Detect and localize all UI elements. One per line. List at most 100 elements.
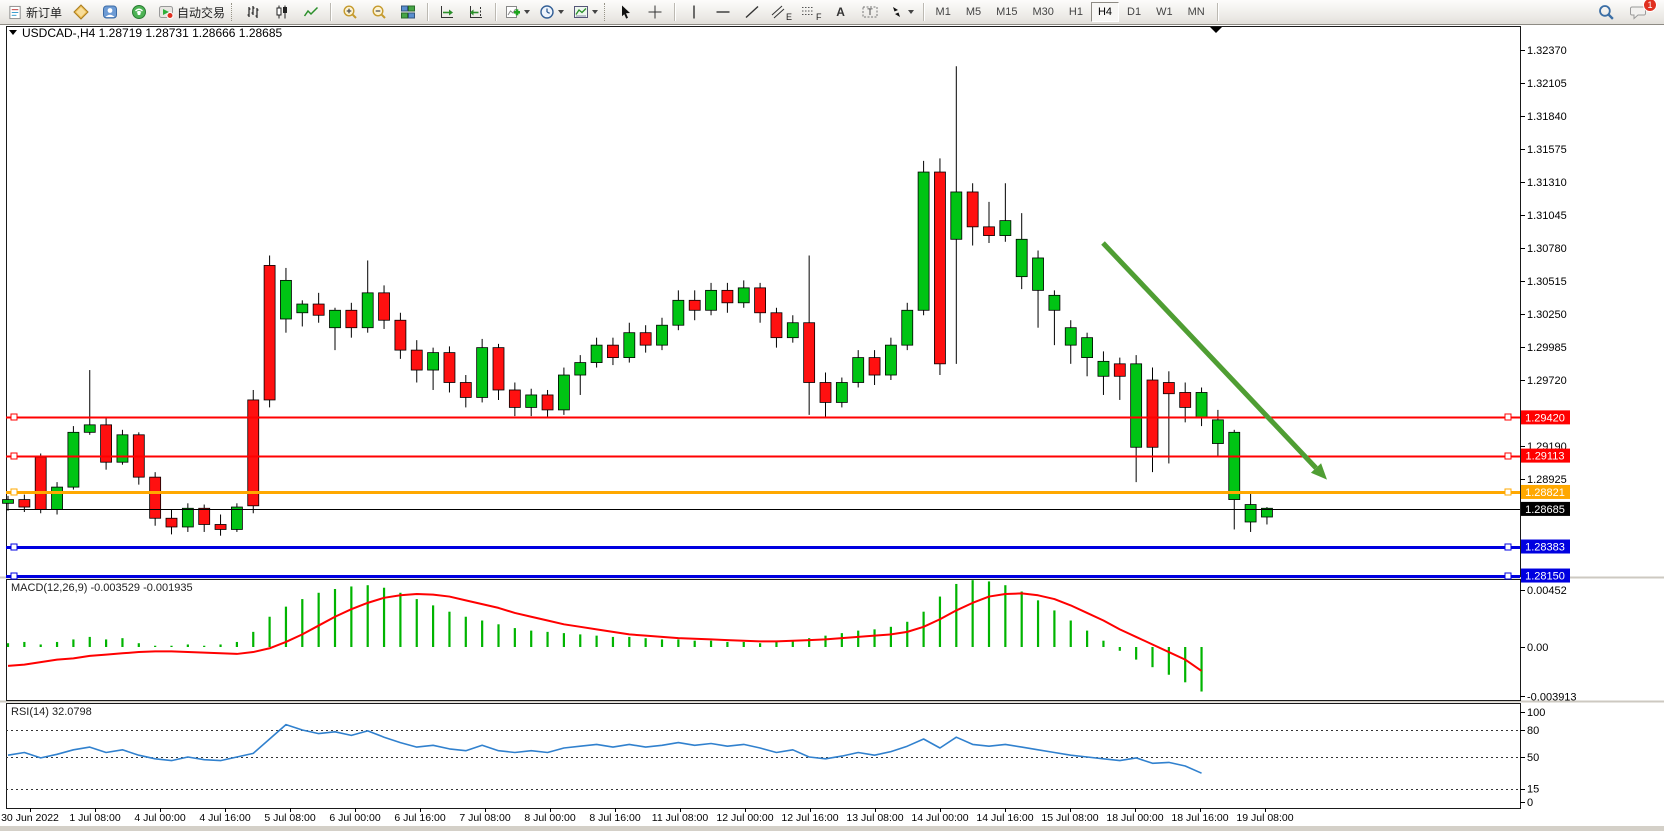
- macd-histogram-bar: [318, 593, 320, 647]
- toolbar-grip[interactable]: [231, 3, 235, 21]
- indicators-button[interactable]: [501, 1, 534, 23]
- level-handle[interactable]: [1505, 489, 1511, 495]
- macd-histogram-bar: [579, 634, 581, 647]
- level-handle[interactable]: [11, 573, 17, 579]
- level-handle[interactable]: [11, 489, 17, 495]
- new-order-button[interactable]: 新订单: [4, 1, 66, 23]
- timeframe-w1-button[interactable]: W1: [1149, 2, 1180, 22]
- search-button[interactable]: [1592, 1, 1620, 23]
- auto-scroll-button[interactable]: [433, 1, 461, 23]
- line-chart-button[interactable]: [297, 1, 325, 23]
- templates-button[interactable]: [569, 1, 602, 23]
- text-label-button[interactable]: T: [856, 1, 884, 23]
- horizontal-line-icon: [715, 4, 731, 20]
- time-label: 15 Jul 08:00: [1041, 812, 1098, 824]
- time-label: 4 Jul 00:00: [134, 812, 186, 824]
- chart-shift-button[interactable]: [462, 1, 490, 23]
- macd-histogram-bar: [988, 581, 990, 647]
- arrows-button[interactable]: [885, 1, 918, 23]
- macd-histogram-bar: [923, 612, 925, 647]
- signals-button[interactable]: [125, 1, 153, 23]
- macd-histogram-bar: [743, 642, 745, 647]
- bar-chart-button[interactable]: [239, 1, 267, 23]
- level-handle[interactable]: [1505, 573, 1511, 579]
- zoom-in-button[interactable]: [336, 1, 364, 23]
- periods-caret-icon: [558, 10, 564, 14]
- macd-histogram-bar: [1021, 592, 1023, 647]
- cursor-button[interactable]: [612, 1, 640, 23]
- macd-histogram-bar: [138, 643, 140, 647]
- horizontal-line-button[interactable]: [709, 1, 737, 23]
- trendline-icon: [744, 4, 760, 20]
- macd-histogram-bar: [301, 599, 303, 647]
- macd-histogram-bar: [105, 639, 107, 647]
- candle-bear: [215, 524, 226, 529]
- level-handle[interactable]: [1505, 544, 1511, 550]
- candle-bull: [1000, 221, 1011, 236]
- level-handle[interactable]: [11, 414, 17, 420]
- chart-symbol-title: USDCAD-,H4 1.28719 1.28731 1.28666 1.286…: [22, 26, 283, 40]
- macd-histogram-bar: [170, 646, 172, 647]
- indicators-icon: [505, 4, 521, 20]
- price-level-badge: 1.29420: [1521, 410, 1570, 424]
- timeframe-h4-button[interactable]: H4: [1091, 2, 1119, 22]
- candlestick-chart-icon: [274, 4, 290, 20]
- level-handle[interactable]: [1505, 414, 1511, 420]
- line-chart-icon: [303, 4, 319, 20]
- candle-bull: [1033, 258, 1044, 290]
- autotrading-button[interactable]: 自动交易: [154, 1, 229, 23]
- level-handle[interactable]: [11, 453, 17, 459]
- macd-histogram-bar: [955, 584, 957, 647]
- level-handle[interactable]: [11, 544, 17, 550]
- candlestick-chart-button[interactable]: [268, 1, 296, 23]
- level-handle[interactable]: [1505, 453, 1511, 459]
- macd-histogram-bar: [203, 646, 205, 647]
- chart-canvas[interactable]: 1.323701.321051.318401.315751.313101.310…: [0, 0, 1664, 831]
- timeframe-mn-button[interactable]: MN: [1181, 2, 1212, 22]
- profile-button[interactable]: [96, 1, 124, 23]
- timeframe-m30-button[interactable]: M30: [1026, 2, 1061, 22]
- candle-bull: [1131, 364, 1142, 447]
- macd-histogram-bar: [1037, 600, 1039, 647]
- zoom-out-button[interactable]: [365, 1, 393, 23]
- price-tick-label: 1.31840: [1527, 111, 1567, 123]
- price-tick-label: 1.30515: [1527, 276, 1567, 288]
- fibonacci-button[interactable]: F: [797, 1, 826, 23]
- mql5-community-button[interactable]: [67, 1, 95, 23]
- text-button[interactable]: A: [827, 1, 855, 23]
- candle-bull: [951, 192, 962, 239]
- rsi-tick-label: 0: [1527, 797, 1533, 809]
- toolbar-grip[interactable]: [604, 3, 608, 21]
- macd-histogram-bar: [448, 612, 450, 647]
- tile-windows-button[interactable]: [394, 1, 422, 23]
- arrows-icon: [889, 4, 905, 20]
- trendline-button[interactable]: [738, 1, 766, 23]
- candle-bear: [869, 358, 880, 375]
- price-tick-label: 1.31045: [1527, 210, 1567, 222]
- timeframe-d1-button[interactable]: D1: [1120, 2, 1148, 22]
- timeframe-m5-button[interactable]: M5: [959, 2, 988, 22]
- equidistant-channel-button[interactable]: E: [767, 1, 796, 23]
- time-label: 5 Jul 08:00: [264, 812, 316, 824]
- tile-windows-icon: [400, 4, 416, 20]
- autotrading-label: 自动交易: [177, 4, 225, 21]
- periods-button[interactable]: [535, 1, 568, 23]
- vertical-line-button[interactable]: [680, 1, 708, 23]
- fibonacci-letter: F: [816, 12, 822, 22]
- macd-histogram-bar: [432, 605, 434, 647]
- candle-bull: [297, 304, 308, 313]
- crosshair-icon: [647, 4, 663, 20]
- candle-bear: [395, 320, 406, 350]
- crosshair-button[interactable]: [641, 1, 669, 23]
- timeframe-m15-button[interactable]: M15: [989, 2, 1024, 22]
- chat-button[interactable]: 1: [1624, 1, 1652, 23]
- timeframe-m1-button[interactable]: M1: [929, 2, 958, 22]
- signals-icon: [131, 4, 147, 20]
- templates-caret-icon: [592, 10, 598, 14]
- candle-bear: [934, 172, 945, 364]
- timeframe-h1-button[interactable]: H1: [1062, 2, 1090, 22]
- timeframe-group: M1M5M15M30H1H4D1W1MN: [929, 2, 1212, 22]
- price-tick-label: 1.28925: [1527, 474, 1567, 486]
- macd-histogram-bar: [1070, 621, 1072, 647]
- arrows-caret-icon: [908, 10, 914, 14]
